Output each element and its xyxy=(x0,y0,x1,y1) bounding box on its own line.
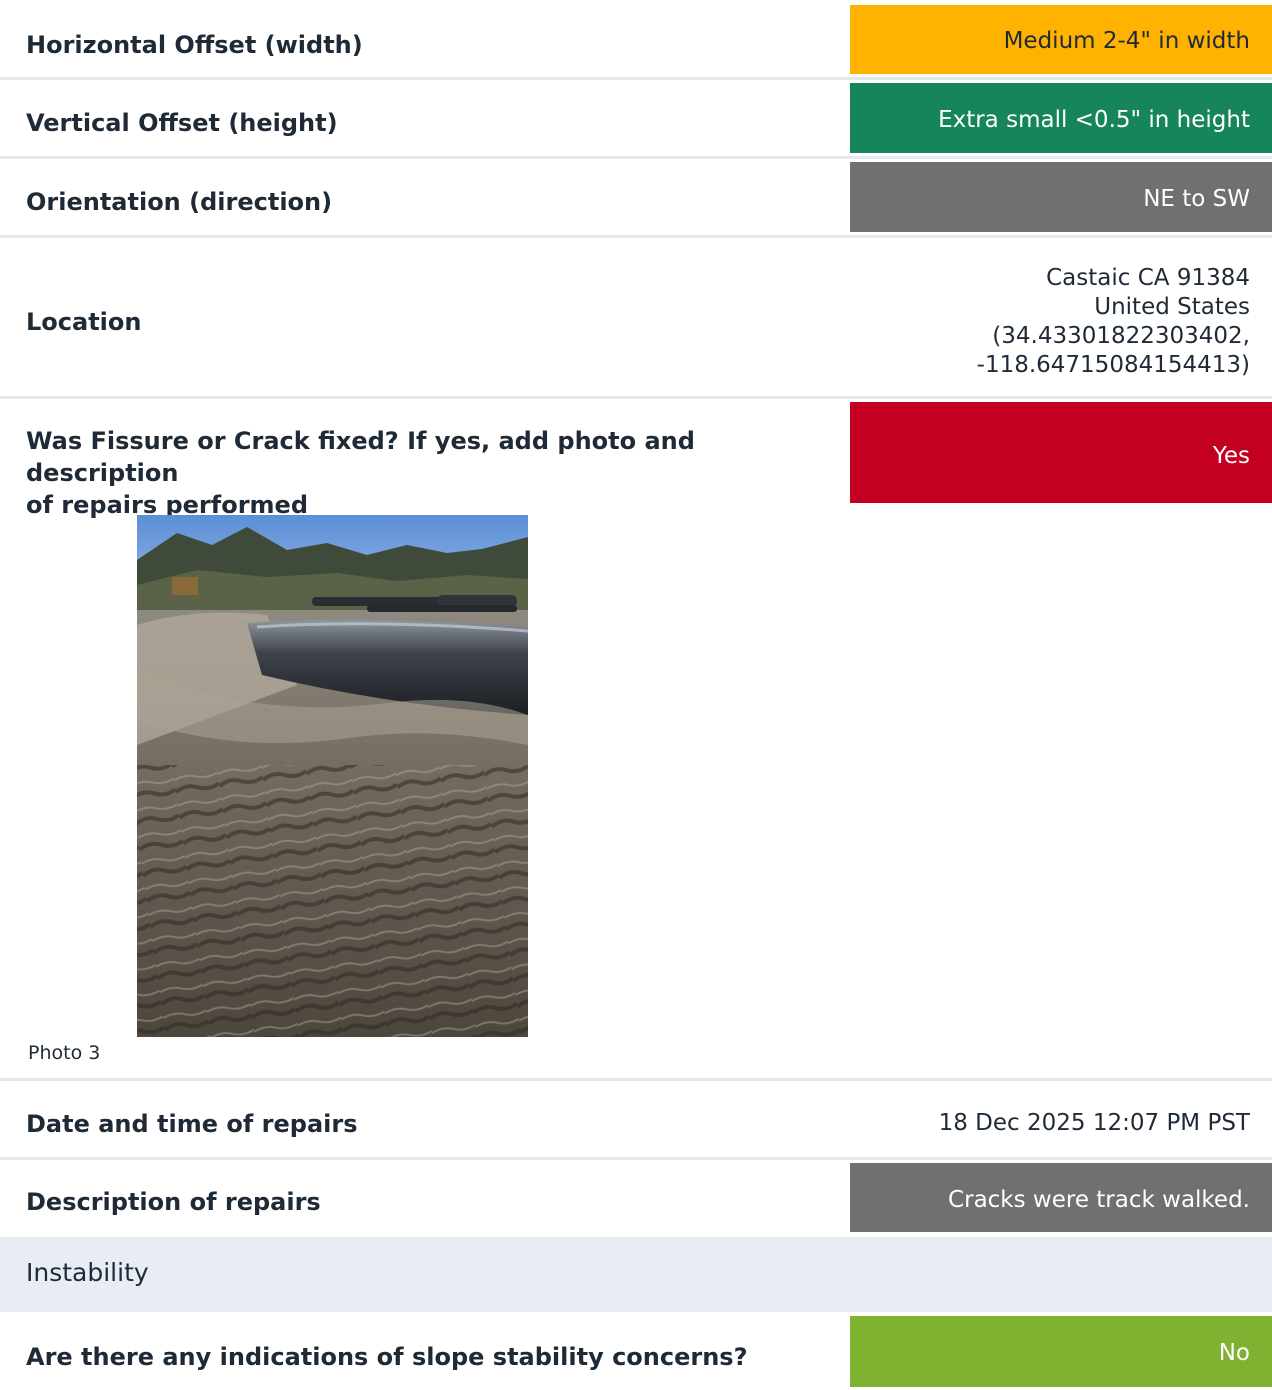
repair-date-label: Date and time of repairs xyxy=(26,1110,358,1138)
repair-description-label: Description of repairs xyxy=(26,1188,321,1216)
orientation-value: NE to SW xyxy=(850,162,1272,232)
fissure-fixed-value: Yes xyxy=(850,402,1272,503)
orientation-label: Orientation (direction) xyxy=(26,188,333,216)
photo-image xyxy=(137,515,528,1037)
fissure-fixed-label: Was Fissure or Crack fixed? If yes, add … xyxy=(26,425,846,521)
location-line: -118.64715084154413) xyxy=(976,352,1250,378)
photo-caption: Photo 3 xyxy=(28,1042,101,1064)
section-title: Instability xyxy=(26,1258,149,1287)
row-location: Location Castaic CA 91384 United States … xyxy=(0,238,1272,396)
slope-stability-value: No xyxy=(850,1316,1272,1387)
repair-photo[interactable] xyxy=(137,515,528,1037)
fissure-fixed-label-line: Was Fissure or Crack fixed? If yes, add … xyxy=(26,427,695,487)
location-value: Castaic CA 91384 United States (34.43301… xyxy=(977,264,1250,380)
repair-date-value: 18 Dec 2025 12:07 PM PST xyxy=(938,1110,1250,1136)
row-horizontal-offset: Horizontal Offset (width) Medium 2-4" in… xyxy=(0,0,1272,78)
horizontal-offset-label: Horizontal Offset (width) xyxy=(26,31,363,59)
slope-stability-label: Are there any indications of slope stabi… xyxy=(26,1343,748,1371)
location-label: Location xyxy=(26,308,142,336)
vertical-offset-value: Extra small <0.5" in height xyxy=(850,83,1272,153)
location-line: (34.43301822303402, xyxy=(992,323,1250,349)
repair-description-value: Cracks were track walked. xyxy=(850,1163,1272,1232)
row-slope-stability: Are there any indications of slope stabi… xyxy=(0,1312,1272,1389)
horizontal-offset-value: Medium 2-4" in width xyxy=(850,5,1272,74)
location-line: Castaic CA 91384 xyxy=(1046,265,1250,291)
section-instability: Instability xyxy=(0,1237,1272,1312)
vertical-offset-label: Vertical Offset (height) xyxy=(26,109,338,137)
row-orientation: Orientation (direction) NE to SW xyxy=(0,159,1272,236)
row-repair-description: Description of repairs Cracks were track… xyxy=(0,1160,1272,1237)
row-repair-date: Date and time of repairs 18 Dec 2025 12:… xyxy=(0,1081,1272,1158)
row-vertical-offset: Vertical Offset (height) Extra small <0.… xyxy=(0,80,1272,157)
location-line: United States xyxy=(1094,294,1250,320)
